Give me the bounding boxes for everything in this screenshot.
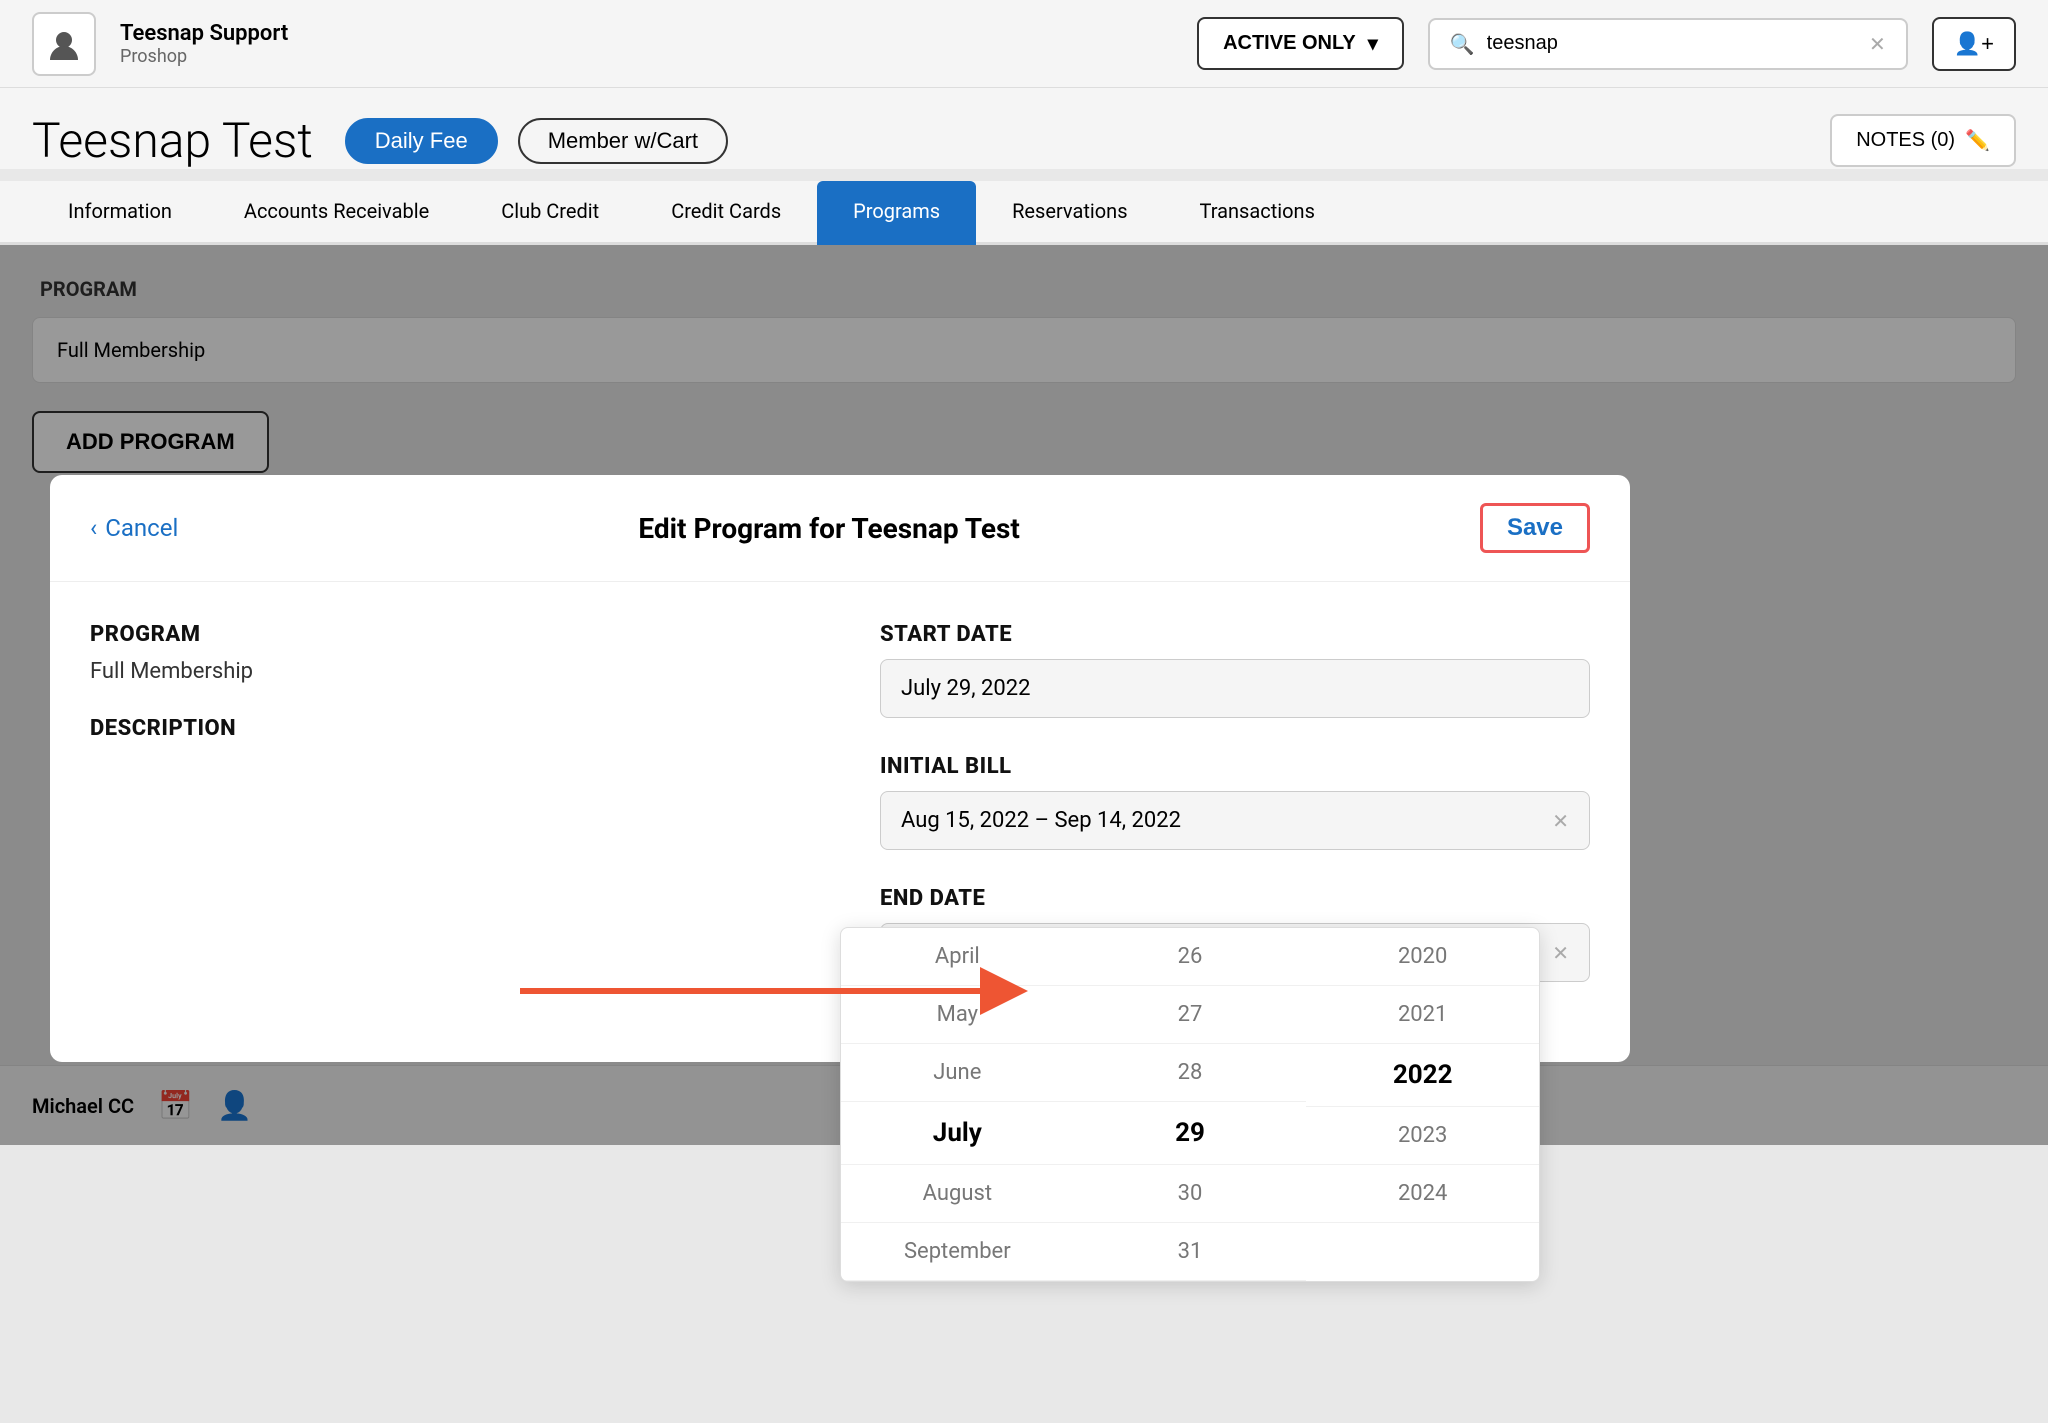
year-item-2020[interactable]: 2020 bbox=[1306, 928, 1539, 986]
modal-left: PROGRAM Full Membership DESCRIPTION bbox=[90, 622, 800, 1022]
start-date-section: START DATE July 29, 2022 bbox=[880, 622, 1590, 718]
clear-initial-bill-icon[interactable]: ✕ bbox=[1552, 809, 1569, 833]
red-arrow bbox=[520, 967, 1028, 1015]
tab-accounts-receivable[interactable]: Accounts Receivable bbox=[208, 181, 465, 245]
modal-title: Edit Program for Teesnap Test bbox=[178, 512, 1480, 545]
tab-club-credit[interactable]: Club Credit bbox=[465, 181, 635, 245]
month-item-june[interactable]: June bbox=[841, 1044, 1074, 1102]
page-content: PROGRAM Full Membership ADD PROGRAM ‹ Ca… bbox=[0, 245, 2048, 1145]
month-item-september[interactable]: September bbox=[841, 1223, 1074, 1281]
tab-reservations[interactable]: Reservations bbox=[976, 181, 1163, 245]
page-title: Teesnap Test bbox=[32, 112, 313, 169]
user-name: Teesnap Support bbox=[120, 21, 288, 46]
day-item-31[interactable]: 31 bbox=[1074, 1223, 1307, 1281]
year-item-2022[interactable]: 2022 bbox=[1306, 1044, 1539, 1107]
month-item-july[interactable]: July bbox=[841, 1102, 1074, 1165]
user-role: Proshop bbox=[120, 46, 288, 67]
daily-fee-tag[interactable]: Daily Fee bbox=[345, 118, 498, 164]
arrow-head bbox=[980, 967, 1028, 1015]
save-button[interactable]: Save bbox=[1480, 503, 1590, 553]
initial-bill-label: INITIAL BILL bbox=[880, 754, 1590, 779]
initial-bill-section: INITIAL BILL Aug 15, 2022 – Sep 14, 2022… bbox=[880, 754, 1590, 850]
clear-end-date-icon[interactable]: ✕ bbox=[1552, 941, 1569, 965]
initial-bill-input[interactable]: Aug 15, 2022 – Sep 14, 2022 ✕ bbox=[880, 791, 1590, 850]
description-label: DESCRIPTION bbox=[90, 716, 800, 741]
tab-transactions[interactable]: Transactions bbox=[1164, 181, 1351, 245]
active-only-button[interactable]: ACTIVE ONLY ▾ bbox=[1197, 17, 1404, 70]
day-item-27[interactable]: 27 bbox=[1074, 986, 1307, 1044]
day-column: 26 27 28 29 30 31 bbox=[1074, 928, 1307, 1281]
modal-right: START DATE July 29, 2022 INITIAL BILL Au… bbox=[880, 622, 1590, 1022]
start-date-input[interactable]: July 29, 2022 bbox=[880, 659, 1590, 718]
end-date-label: END DATE bbox=[880, 886, 1590, 911]
clear-search-icon[interactable]: ✕ bbox=[1869, 32, 1886, 56]
day-item-30[interactable]: 30 bbox=[1074, 1165, 1307, 1223]
add-user-button[interactable]: 👤+ bbox=[1932, 17, 2016, 71]
modal-header: ‹ Cancel Edit Program for Teesnap Test S… bbox=[50, 475, 1630, 582]
top-nav: Teesnap Support Proshop ACTIVE ONLY ▾ 🔍 … bbox=[0, 0, 2048, 88]
program-label: PROGRAM bbox=[90, 622, 800, 647]
year-item-2024[interactable]: 2024 bbox=[1306, 1165, 1539, 1223]
search-box: 🔍 ✕ bbox=[1428, 18, 1908, 70]
tab-programs[interactable]: Programs bbox=[817, 181, 976, 245]
title-bar: Teesnap Test Daily Fee Member w/Cart NOT… bbox=[0, 88, 2048, 169]
edit-icon: ✏️ bbox=[1965, 128, 1990, 153]
chevron-left-icon: ‹ bbox=[90, 514, 97, 542]
search-icon: 🔍 bbox=[1450, 32, 1475, 56]
day-item-26[interactable]: 26 bbox=[1074, 928, 1307, 986]
year-item-2023[interactable]: 2023 bbox=[1306, 1107, 1539, 1165]
start-date-label: START DATE bbox=[880, 622, 1590, 647]
cancel-button[interactable]: ‹ Cancel bbox=[90, 514, 178, 542]
arrow-line bbox=[520, 988, 980, 994]
search-input[interactable] bbox=[1487, 32, 1857, 55]
tabs-bar: Information Accounts Receivable Club Cre… bbox=[0, 181, 2048, 245]
year-column: 2020 2021 2022 2023 2024 bbox=[1306, 928, 1539, 1281]
user-avatar bbox=[32, 12, 96, 76]
year-item-2021[interactable]: 2021 bbox=[1306, 986, 1539, 1044]
member-with-cart-tag[interactable]: Member w/Cart bbox=[518, 118, 728, 164]
tab-information[interactable]: Information bbox=[32, 181, 208, 245]
tab-credit-cards[interactable]: Credit Cards bbox=[635, 181, 817, 245]
day-item-29[interactable]: 29 bbox=[1074, 1102, 1307, 1165]
month-item-august[interactable]: August bbox=[841, 1165, 1074, 1223]
user-info: Teesnap Support Proshop bbox=[120, 21, 288, 67]
day-item-28[interactable]: 28 bbox=[1074, 1044, 1307, 1102]
notes-button[interactable]: NOTES (0) ✏️ bbox=[1830, 114, 2016, 167]
add-user-icon: 👤+ bbox=[1954, 31, 1994, 56]
program-value: Full Membership bbox=[90, 659, 800, 684]
